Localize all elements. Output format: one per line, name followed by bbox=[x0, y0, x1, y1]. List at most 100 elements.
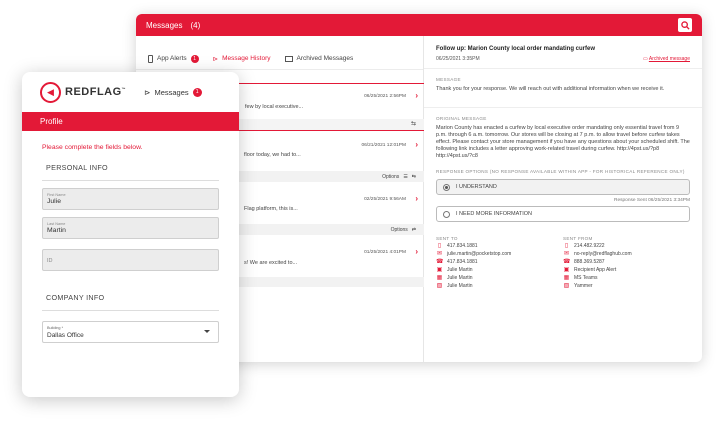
message-snippet: Flag platform, this is... bbox=[244, 206, 298, 212]
sent-from-value: 214.482.9222 bbox=[574, 243, 605, 249]
archive-icon: ▭ bbox=[643, 56, 648, 62]
tab-app-alerts-label: App Alerts bbox=[157, 55, 187, 62]
call-icon: ☎ bbox=[436, 259, 444, 265]
message-detail-pane: Follow up: Marion County local order man… bbox=[424, 36, 702, 362]
list-icon: ☰ bbox=[403, 173, 408, 180]
message-snippet: floor today, we had to... bbox=[244, 152, 301, 158]
detail-timestamp: 06/25/2021 3:35PM bbox=[436, 56, 480, 62]
last-name-label: Last Name bbox=[47, 222, 66, 226]
building-label: Building * bbox=[47, 326, 64, 330]
sent-to-value: 417.834.1881 bbox=[447, 259, 478, 265]
message-date: 01/25/2021 4:01PM bbox=[364, 250, 406, 255]
brand-text: REDFLAG bbox=[65, 86, 122, 98]
search-button[interactable] bbox=[678, 18, 692, 32]
reply-icon[interactable]: ⇆ bbox=[411, 120, 416, 127]
app-alerts-badge: 1 bbox=[190, 54, 199, 63]
chevron-right-icon: › bbox=[415, 247, 418, 256]
original-message-label: ORIGINAL MESSAGE bbox=[436, 116, 487, 121]
mail-icon: ✉ bbox=[436, 251, 443, 257]
sent-from-row: ✉ no-reply@redflaghub.com bbox=[563, 251, 690, 257]
response-options-label: RESPONSE OPTIONS (NO RESPONSE AVAILABLE … bbox=[436, 169, 685, 174]
message-date: 02/25/2021 9:56AM bbox=[364, 197, 406, 202]
sent-from-value: no-reply@redflaghub.com bbox=[574, 251, 632, 257]
send-icon: ⊳ bbox=[212, 55, 219, 63]
redflag-logo: ◀ REDFLAG™ bbox=[40, 81, 127, 103]
building-select[interactable]: Building * Dallas Office bbox=[42, 321, 219, 343]
messages-badge: 1 bbox=[192, 87, 202, 97]
option-label: I UNDERSTAND bbox=[456, 184, 497, 190]
first-name-field[interactable]: First Name Julie bbox=[42, 188, 219, 210]
response-option-understand[interactable]: I UNDERSTAND bbox=[436, 179, 690, 195]
window-title: Messages bbox=[146, 20, 183, 30]
tab-archived-messages[interactable]: Archived Messages bbox=[284, 55, 354, 62]
sent-to-value: Julie Martin bbox=[447, 275, 473, 281]
chevron-right-icon: › bbox=[415, 140, 418, 149]
sent-from-row: ☎ 888.369.5287 bbox=[563, 259, 690, 265]
phone-icon: ▯ bbox=[564, 243, 569, 249]
reply-icon: ⇆ bbox=[411, 173, 416, 180]
sent-from-value: MS Teams bbox=[574, 275, 598, 281]
tab-message-history[interactable]: ⊳ Message History bbox=[213, 55, 271, 63]
id-placeholder: ID bbox=[47, 258, 53, 264]
profile-card: ◀ REDFLAG™ ⊳ Messages 1 Profile Please c… bbox=[22, 72, 239, 397]
sent-to-row: ▦ Julie Martin bbox=[436, 275, 563, 281]
archived-link[interactable]: ▭ Archived message bbox=[643, 56, 690, 62]
sent-from-row: ▣ Recipient App Alert bbox=[563, 267, 690, 273]
sent-to-value: julie.martin@pocketstop.com bbox=[447, 251, 512, 257]
building-value: Dallas Office bbox=[47, 332, 84, 339]
sent-to-value: Julie Martin bbox=[447, 283, 473, 289]
messages-link-label: Messages bbox=[154, 87, 189, 97]
sent-from-value: 888.369.5287 bbox=[574, 259, 605, 265]
sent-to-row: ▣ Julie Martin bbox=[436, 267, 563, 273]
phone-icon: ▯ bbox=[437, 243, 442, 249]
options-label: Options bbox=[382, 173, 400, 180]
response-option-more-info[interactable]: I NEED MORE INFORMATION bbox=[436, 206, 690, 222]
options-label: Options bbox=[390, 226, 408, 233]
message-date: 06/25/2021 2:56PM bbox=[364, 94, 406, 99]
form-hint: Please complete the fields below. bbox=[42, 144, 143, 151]
messages-link[interactable]: ⊳ Messages 1 bbox=[144, 87, 202, 97]
last-name-value: Martin bbox=[47, 227, 66, 234]
message-section-label: MESSAGE bbox=[436, 77, 461, 82]
last-name-field[interactable]: Last Name Martin bbox=[42, 217, 219, 239]
tab-archived-label: Archived Messages bbox=[296, 55, 354, 62]
sent-to-row: ▧ Julie Martin bbox=[436, 283, 563, 289]
radio-selected-icon bbox=[443, 183, 450, 191]
recipients-section: SENT TO ▯ 417.834.1881 ✉ julie.martin@pock… bbox=[436, 236, 690, 289]
sent-to-value: Julie Martin bbox=[447, 267, 473, 273]
message-count: (4) bbox=[190, 20, 201, 30]
chevron-down-icon bbox=[204, 330, 210, 333]
tab-message-history-label: Message History bbox=[222, 55, 271, 62]
detail-title: Follow up: Marion County local order man… bbox=[436, 46, 596, 52]
sent-to-row: ▯ 417.834.1881 bbox=[436, 243, 563, 249]
company-info-header: COMPANY INFO bbox=[42, 293, 219, 311]
message-tabs: App Alerts 1 ⊳ Message History Archived … bbox=[136, 48, 423, 70]
mail-icon: ✉ bbox=[563, 251, 570, 257]
brand-name: REDFLAG™ bbox=[65, 86, 127, 98]
call-icon: ☎ bbox=[563, 259, 571, 265]
yammer-icon: ▧ bbox=[436, 283, 443, 289]
send-icon: ⊳ bbox=[144, 87, 151, 97]
sent-to-label: SENT TO bbox=[436, 236, 458, 241]
card-header: ◀ REDFLAG™ ⊳ Messages 1 bbox=[22, 72, 239, 112]
sent-to-value: 417.834.1881 bbox=[447, 243, 478, 249]
teams-icon: ▦ bbox=[436, 275, 443, 281]
sent-from-column: SENT FROM ▯ 214.482.9222 ✉ no-reply@redfla… bbox=[563, 236, 690, 289]
sent-from-label: SENT FROM bbox=[563, 236, 593, 241]
message-date: 06/21/2021 12:01PM bbox=[361, 143, 406, 148]
teams-icon: ▦ bbox=[563, 275, 570, 281]
tab-app-alerts[interactable]: App Alerts 1 bbox=[148, 54, 199, 63]
chevron-right-icon: › bbox=[415, 91, 418, 100]
id-field[interactable]: ID bbox=[42, 249, 219, 271]
page-title: Profile bbox=[22, 112, 239, 131]
option-label: I NEED MORE INFORMATION bbox=[456, 211, 532, 217]
message-text: Thank you for your response. We will rea… bbox=[436, 86, 665, 92]
sent-from-value: Yammer bbox=[574, 283, 593, 289]
sent-to-row: ✉ julie.martin@pocketstop.com bbox=[436, 251, 563, 257]
personal-info-header: PERSONAL INFO bbox=[42, 163, 219, 181]
sent-from-row: ▦ MS Teams bbox=[563, 275, 690, 281]
message-snippet: few by local executive... bbox=[245, 104, 304, 110]
first-name-label: First Name bbox=[47, 193, 66, 197]
archived-label: Archived message bbox=[648, 56, 690, 62]
message-snippet: s! We are excited to... bbox=[244, 260, 298, 266]
